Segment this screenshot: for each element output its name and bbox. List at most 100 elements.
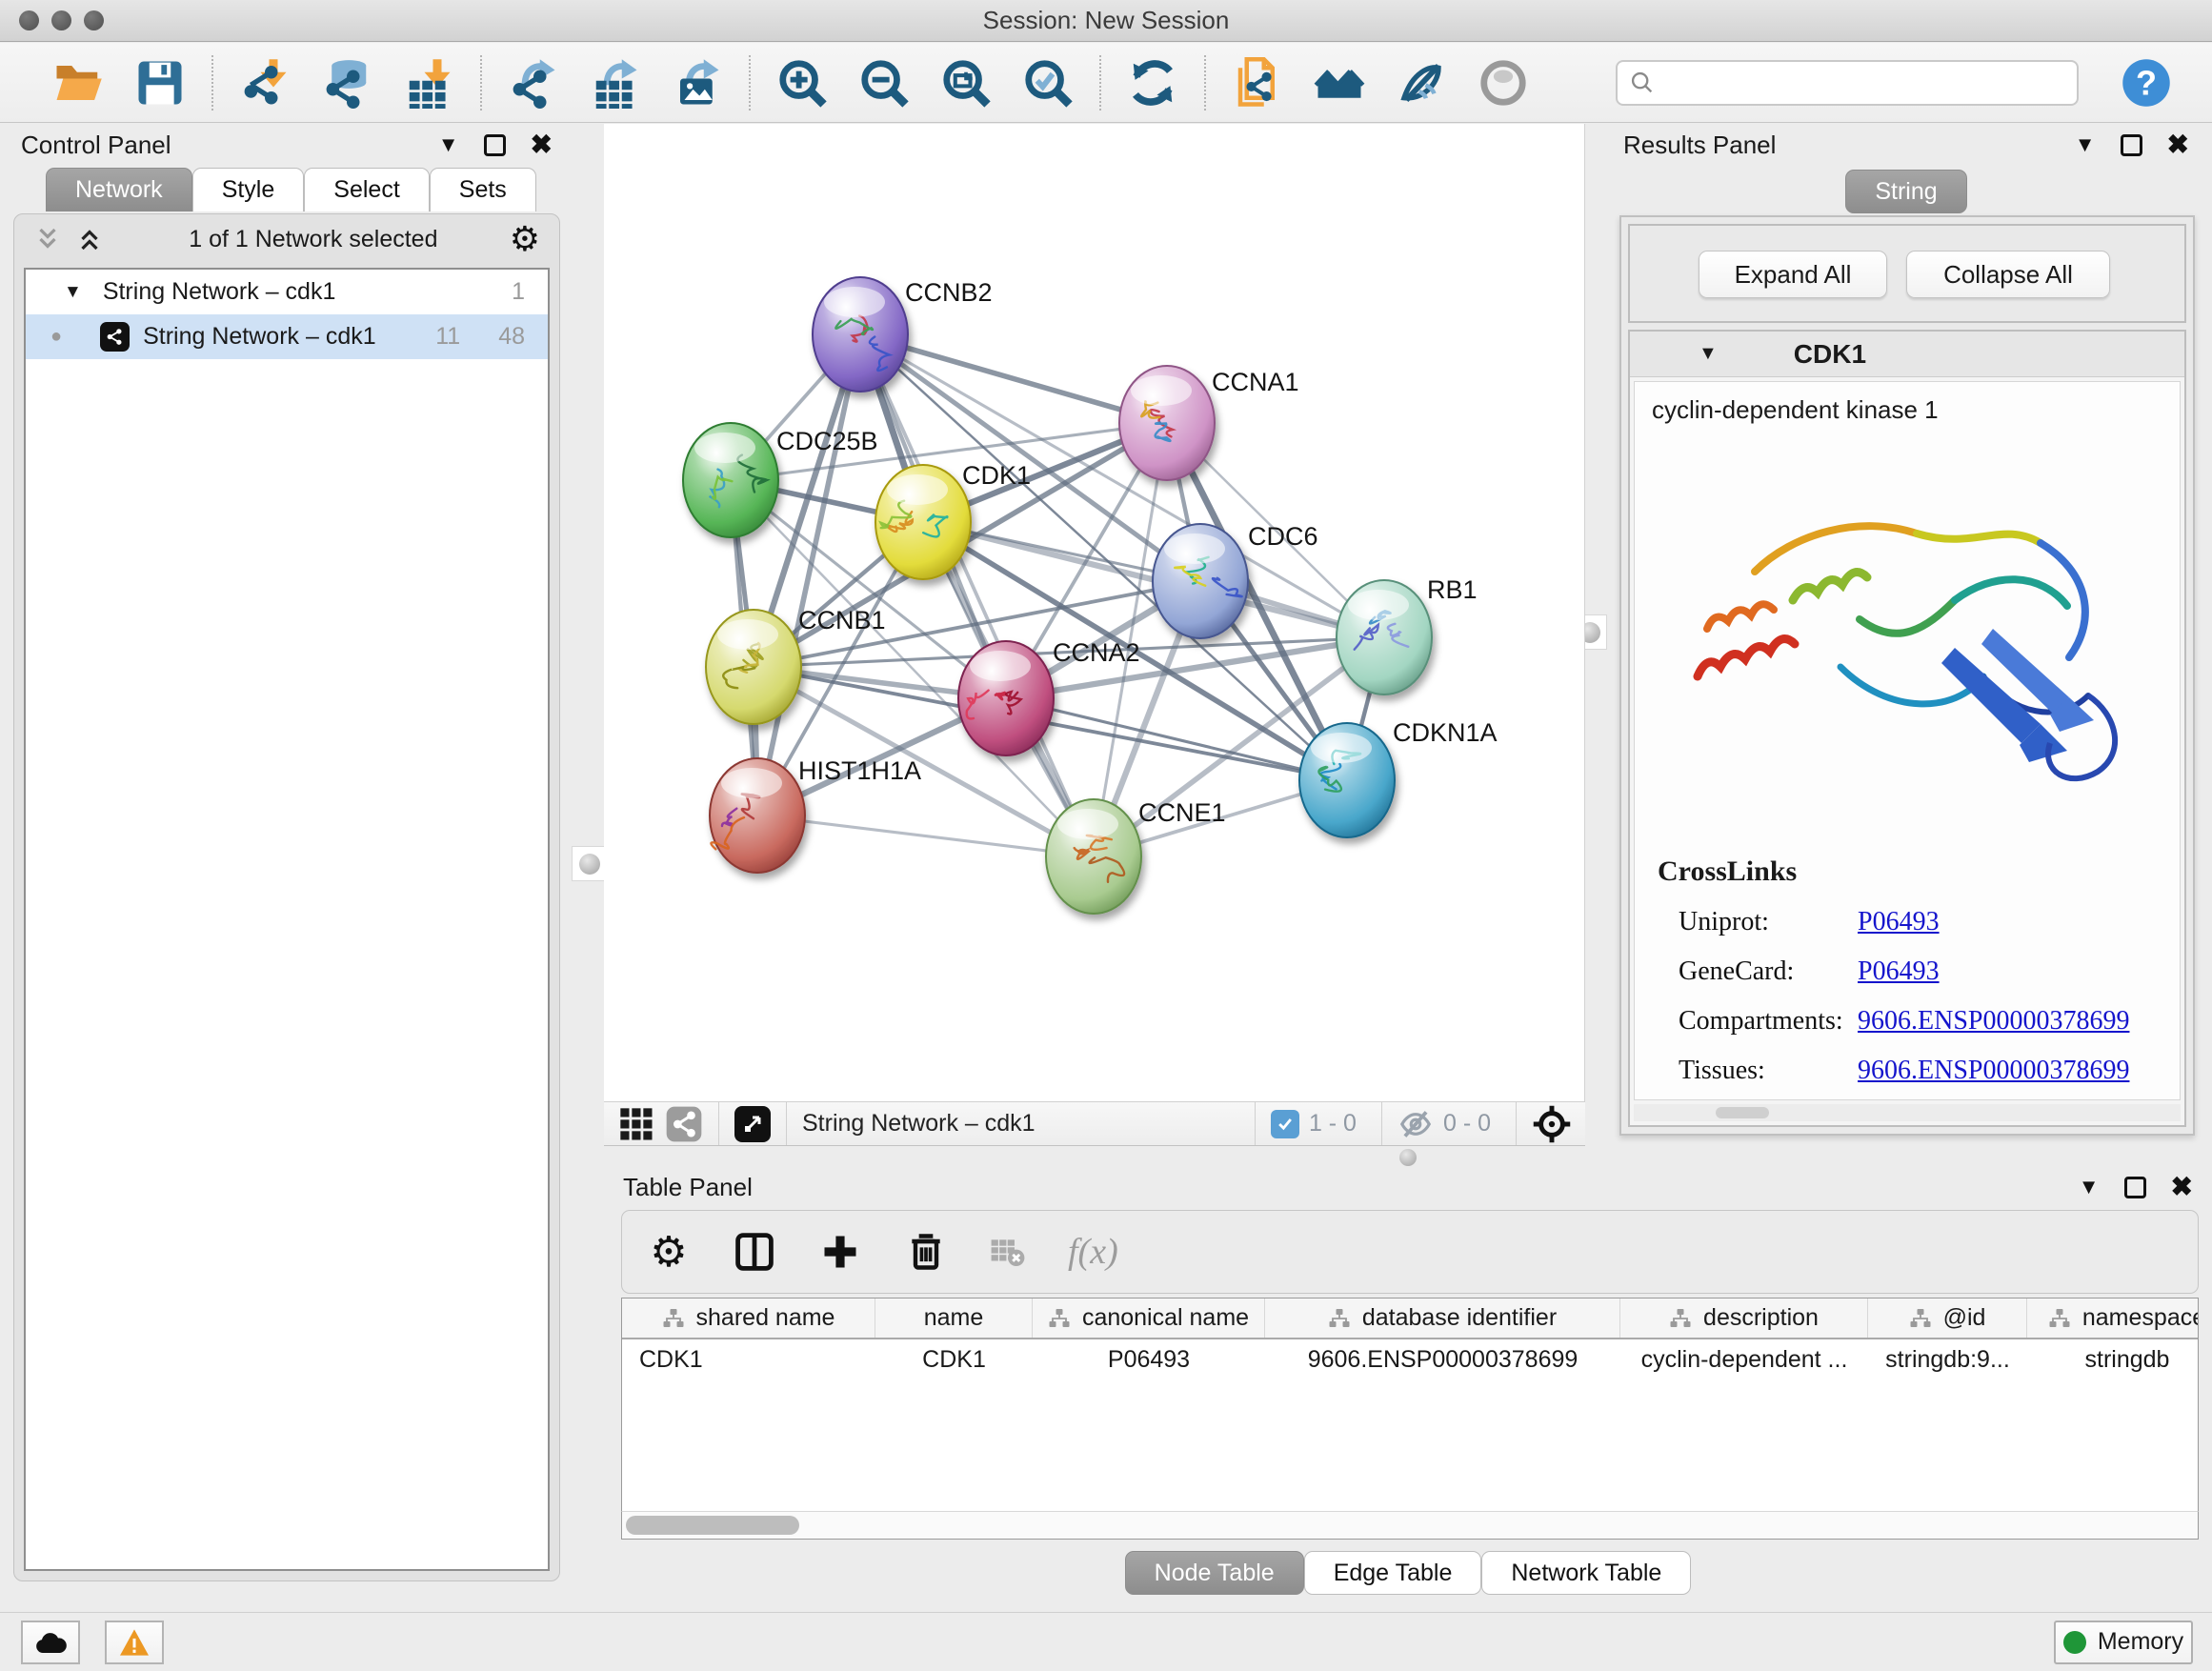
selected-nodes-checkbox-icon[interactable] xyxy=(1271,1110,1299,1138)
help-button[interactable]: ? xyxy=(2121,57,2172,109)
expand-all-tree-icon[interactable] xyxy=(33,225,62,253)
results-panel-float-icon[interactable] xyxy=(2121,134,2142,156)
expand-all-button[interactable]: Expand All xyxy=(1699,251,1887,298)
left-splitter-handle[interactable] xyxy=(572,846,607,881)
table-tab-edge-table[interactable]: Edge Table xyxy=(1304,1551,1482,1595)
table-panel-menu-icon[interactable]: ▼ xyxy=(2079,1177,2100,1198)
import-file-share-icon[interactable] xyxy=(1231,56,1284,110)
network-view-mode-icon[interactable] xyxy=(665,1105,703,1143)
network-row[interactable]: ● String Network – cdk1 11 48 xyxy=(26,314,548,359)
control-tab-network[interactable]: Network xyxy=(46,168,192,211)
open-session-icon[interactable] xyxy=(51,56,105,110)
network-current-dot-icon: ● xyxy=(50,326,62,348)
hidden-elements-eye-icon xyxy=(1398,1106,1434,1142)
crosslink-link[interactable]: P06493 xyxy=(1858,907,1940,937)
node-label-CCNB2: CCNB2 xyxy=(905,278,993,307)
network-node-CCNE1[interactable]: CCNE1 xyxy=(1046,798,1226,914)
fit-content-crosshair-icon[interactable] xyxy=(1532,1104,1572,1144)
crosslink-row: Uniprot:P06493 xyxy=(1679,907,2180,937)
results-entry-header[interactable]: ▼ CDK1 xyxy=(1630,332,2184,377)
collapse-all-button[interactable]: Collapse All xyxy=(1906,251,2110,298)
birdseye-view-icon[interactable] xyxy=(734,1106,771,1142)
network-options-gear-icon[interactable]: ⚙ xyxy=(510,219,540,259)
search-input[interactable] xyxy=(1656,70,2056,96)
table-cell[interactable]: CDK1 xyxy=(875,1346,1033,1374)
node-table[interactable]: shared namenamecanonical namedatabase id… xyxy=(621,1298,2199,1511)
network-tree: ▼ String Network – cdk1 1 ● String Netwo… xyxy=(24,268,550,1571)
table-hscrollbar-thumb[interactable] xyxy=(626,1516,799,1535)
column-header-namespace[interactable]: namespace xyxy=(2027,1299,2199,1338)
delete-column-trash-icon[interactable] xyxy=(904,1230,948,1274)
control-tab-select[interactable]: Select xyxy=(304,168,429,211)
column-header-database-identifier[interactable]: database identifier xyxy=(1265,1299,1620,1338)
table-tab-network-table[interactable]: Network Table xyxy=(1481,1551,1691,1595)
memory-button[interactable]: Memory xyxy=(2054,1621,2193,1664)
table-row[interactable]: CDK1CDK1P064939606.ENSP00000378699cyclin… xyxy=(622,1339,2198,1379)
table-panel-float-icon[interactable] xyxy=(2124,1177,2146,1198)
column-header--id[interactable]: @id xyxy=(1868,1299,2027,1338)
column-header-description[interactable]: description xyxy=(1620,1299,1868,1338)
table-hscrollbar-track[interactable] xyxy=(621,1511,2199,1540)
refresh-icon[interactable] xyxy=(1126,56,1179,110)
crosslink-link[interactable]: 9606.ENSP00000378699 xyxy=(1858,1006,2129,1037)
table-panel-splitter[interactable] xyxy=(604,1147,2212,1168)
results-panel-menu-icon[interactable]: ▼ xyxy=(2075,134,2096,155)
network-node-RB1[interactable]: RB1 xyxy=(1337,575,1478,695)
grid-view-icon[interactable] xyxy=(617,1105,655,1143)
column-header-shared-name[interactable]: shared name xyxy=(622,1299,875,1338)
zoom-in-icon[interactable] xyxy=(775,56,829,110)
export-network-file-icon[interactable] xyxy=(507,56,560,110)
import-network-database-icon[interactable] xyxy=(320,56,373,110)
control-panel-close-icon[interactable]: ✖ xyxy=(531,131,553,158)
export-table-file-icon[interactable] xyxy=(589,56,642,110)
crosslink-link[interactable]: 9606.ENSP00000378699 xyxy=(1858,1056,2129,1086)
table-cell[interactable]: CDK1 xyxy=(622,1346,875,1374)
network-collection-row[interactable]: ▼ String Network – cdk1 1 xyxy=(26,270,548,314)
network-node-CDKN1A[interactable]: CDKN1A xyxy=(1299,718,1498,837)
table-cell[interactable]: stringdb:9... xyxy=(1868,1346,2027,1374)
network-node-CDC6[interactable]: CDC6 xyxy=(1153,522,1318,638)
warnings-button[interactable] xyxy=(105,1621,164,1664)
control-tab-style[interactable]: Style xyxy=(192,168,305,211)
table-cell[interactable]: 9606.ENSP00000378699 xyxy=(1265,1346,1620,1374)
search-homes-icon[interactable] xyxy=(1313,56,1366,110)
results-tab-string[interactable]: String xyxy=(1845,170,1966,213)
column-header-canonical-name[interactable]: canonical name xyxy=(1033,1299,1265,1338)
zoom-out-icon[interactable] xyxy=(857,56,911,110)
results-panel-close-icon[interactable]: ✖ xyxy=(2167,131,2189,158)
export-image-file-icon[interactable] xyxy=(671,56,724,110)
collapse-all-tree-icon[interactable] xyxy=(75,225,104,253)
collection-expander-icon[interactable]: ▼ xyxy=(64,282,82,303)
network-node-HIST1H1A[interactable]: HIST1H1A xyxy=(710,756,921,873)
crosslink-link[interactable]: P06493 xyxy=(1858,956,1940,987)
table-panel-close-icon[interactable]: ✖ xyxy=(2171,1174,2193,1200)
zoom-fit-icon[interactable] xyxy=(939,56,993,110)
create-column-plus-icon[interactable] xyxy=(818,1230,862,1274)
results-scrollbar-thumb[interactable] xyxy=(1716,1107,1769,1118)
control-tab-sets[interactable]: Sets xyxy=(430,168,536,211)
control-panel-menu-icon[interactable]: ▼ xyxy=(438,134,459,155)
control-panel-float-icon[interactable] xyxy=(484,134,506,156)
zoom-selected-icon[interactable] xyxy=(1021,56,1075,110)
table-cell[interactable]: stringdb xyxy=(2027,1346,2199,1374)
save-session-icon[interactable] xyxy=(133,56,187,110)
import-table-file-icon[interactable] xyxy=(402,56,455,110)
cloud-button[interactable] xyxy=(21,1621,80,1664)
results-scrollbar-track[interactable] xyxy=(1634,1104,2181,1121)
column-header-name[interactable]: name xyxy=(875,1299,1033,1338)
crosslink-label: GeneCard: xyxy=(1679,956,1858,987)
search-field[interactable] xyxy=(1616,60,2079,106)
show-columns-icon[interactable] xyxy=(733,1230,776,1274)
network-view-toolbar: String Network – cdk1 1 - 0 0 - 0 xyxy=(604,1101,1585,1146)
toolbar-icon-groups xyxy=(27,55,1555,111)
hide-panels-icon[interactable] xyxy=(1395,56,1448,110)
table-options-gear-icon[interactable]: ⚙ xyxy=(647,1230,691,1274)
eye-icon[interactable] xyxy=(1477,56,1530,110)
table-tab-node-table[interactable]: Node Table xyxy=(1125,1551,1304,1595)
import-network-file-icon[interactable] xyxy=(238,56,292,110)
entry-collapse-icon[interactable]: ▼ xyxy=(1699,343,1718,365)
table-cell[interactable]: cyclin-dependent ... xyxy=(1620,1346,1868,1374)
memory-status-dot xyxy=(2063,1631,2086,1654)
network-view-canvas[interactable]: CCNB2CCNA1CDC25BCDK1CDC6RB1CCNB1CCNA2CDK… xyxy=(604,124,1585,1101)
table-cell[interactable]: P06493 xyxy=(1033,1346,1265,1374)
